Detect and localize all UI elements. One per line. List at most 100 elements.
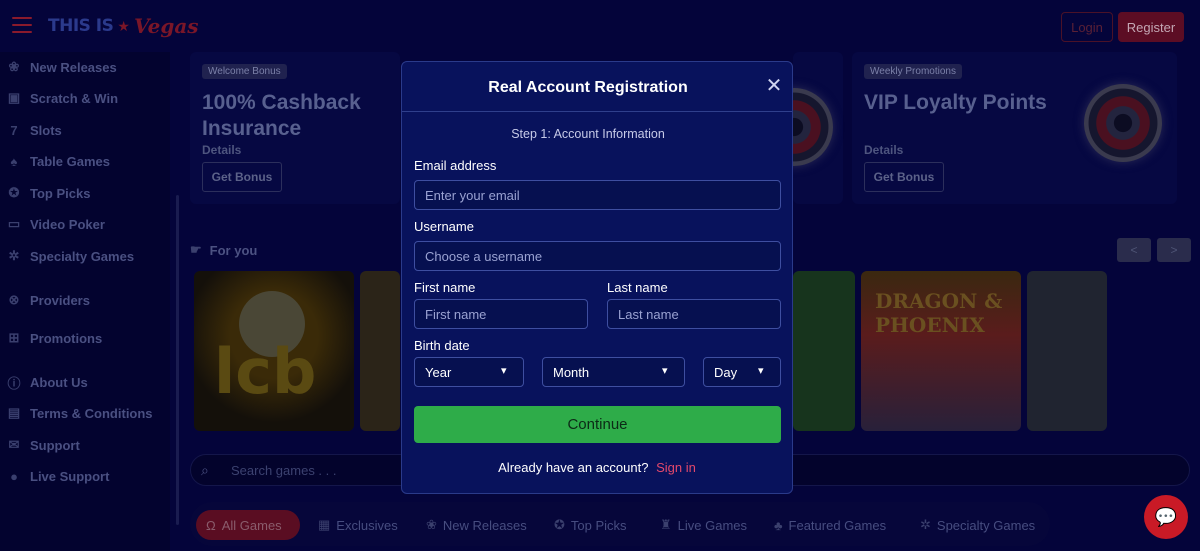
badge-icon: ▦ xyxy=(318,517,331,532)
sidebar-item-about-us[interactable]: ⓘ About Us xyxy=(6,374,88,391)
logo-star-icon: ★ xyxy=(117,17,130,34)
live-chat-button[interactable]: 💬 xyxy=(1144,495,1188,539)
registration-modal: Real Account Registration ✕ Step 1: Acco… xyxy=(401,61,793,494)
carousel-prev-button[interactable]: < xyxy=(1117,238,1151,262)
sidebar-item-specialty-games[interactable]: ✲ Specialty Games xyxy=(6,248,135,264)
tab-label: Top Picks xyxy=(570,517,627,533)
promo-title: VIP Loyalty Points xyxy=(864,91,1047,114)
day-select[interactable]: Day ▾ xyxy=(703,357,781,387)
sidebar-item-label: Providers xyxy=(30,292,90,308)
hand-pointer-icon: ☛ xyxy=(190,242,202,257)
sidebar-item-label: About Us xyxy=(30,374,88,390)
game-tile-dragon-phoenix[interactable]: DRAGON & PHOENIX xyxy=(861,271,1021,431)
tab-label: Exclusives xyxy=(336,517,398,533)
login-button[interactable]: Login xyxy=(1061,12,1113,42)
tab-label: Specialty Games xyxy=(936,517,1036,533)
sidebar-item-providers[interactable]: ⊗ Providers xyxy=(6,292,90,308)
sidebar-item-new-releases[interactable]: ❀ New Releases xyxy=(6,59,117,75)
site-logo[interactable]: THIS IS ★ Vegas xyxy=(48,12,199,40)
award-icon: ✪ xyxy=(8,185,20,200)
sidebar-item-label: Promotions xyxy=(30,330,103,346)
sidebar-item-video-poker[interactable]: ▭ Video Poker xyxy=(6,216,105,232)
register-button[interactable]: Register xyxy=(1118,12,1184,42)
game-tile-text: DRAGON & PHOENIX xyxy=(875,289,1003,337)
promo-card-middle xyxy=(755,52,843,204)
year-select[interactable]: Year ▾ xyxy=(414,357,524,387)
sidebar-item-terms[interactable]: ▤ Terms & Conditions xyxy=(6,405,153,421)
signin-row: Already have an account? Sign in xyxy=(402,460,792,475)
last-name-field[interactable] xyxy=(607,299,781,329)
carousel-next-button[interactable]: > xyxy=(1157,238,1191,262)
step-indicator: Step 1: Account Information xyxy=(511,127,665,141)
get-bonus-button[interactable]: Get Bonus xyxy=(864,162,944,192)
game-tile[interactable] xyxy=(360,271,400,431)
roulette-wheel-image xyxy=(1084,84,1162,162)
gift-icon: ⊞ xyxy=(8,330,20,345)
sidebar-item-scratch-win[interactable]: ▣ Scratch & Win xyxy=(6,90,118,106)
sidebar-item-top-picks[interactable]: ✪ Top Picks xyxy=(6,185,91,201)
month-select[interactable]: Month ▾ xyxy=(542,357,685,387)
sidebar-item-label: Live Support xyxy=(30,468,110,484)
modal-header: Real Account Registration ✕ xyxy=(402,62,792,112)
logo-text-part2: Vegas xyxy=(133,14,199,38)
email-label: Email address xyxy=(414,158,497,173)
promo-card-welcome: Welcome Bonus 100% Cashback Insurance De… xyxy=(190,52,400,204)
chevron-down-icon: ▾ xyxy=(662,365,668,377)
award-icon: ✪ xyxy=(554,517,565,532)
birth-date-label: Birth date xyxy=(414,338,470,353)
sidebar-item-promotions[interactable]: ⊞ Promotions xyxy=(6,330,103,346)
first-name-label: First name xyxy=(414,280,476,295)
day-select-value: Day xyxy=(714,365,738,380)
close-icon[interactable]: ✕ xyxy=(764,76,784,96)
game-tile-lcb[interactable]: lcb xyxy=(194,271,354,431)
tab-new-releases[interactable]: ❀ New Releases xyxy=(426,510,527,540)
promo-details-link[interactable]: Details xyxy=(202,143,241,157)
sidebar-item-label: New Releases xyxy=(30,59,117,75)
for-you-title: For you xyxy=(209,242,258,258)
year-select-value: Year xyxy=(425,365,452,380)
tab-specialty-games[interactable]: ✲ Specialty Games xyxy=(920,510,1035,540)
modal-title: Real Account Registration xyxy=(488,79,688,96)
tab-all-games[interactable]: Ω All Games xyxy=(196,510,300,540)
scratch-card-icon: ▣ xyxy=(7,90,21,105)
first-name-field[interactable] xyxy=(414,299,588,329)
get-bonus-button[interactable]: Get Bonus xyxy=(202,162,282,192)
monitor-icon: ▭ xyxy=(7,216,21,231)
tab-live-games[interactable]: ♜ Live Games xyxy=(660,510,747,540)
username-field[interactable] xyxy=(414,241,781,271)
sidebar: ❀ New Releases ▣ Scratch & Win 7 Slots ♠… xyxy=(0,52,170,551)
continue-button[interactable]: Continue xyxy=(414,406,781,443)
clover-icon: ♣ xyxy=(774,517,783,533)
promo-details-link[interactable]: Details xyxy=(864,143,903,157)
email-field[interactable] xyxy=(414,180,781,210)
chip-icon: ⊗ xyxy=(8,292,20,307)
hamburger-menu-icon[interactable] xyxy=(12,17,32,33)
already-have-account-text: Already have an account? xyxy=(498,460,649,475)
sidebar-item-support[interactable]: ✉ Support xyxy=(6,437,80,453)
tab-label: Featured Games xyxy=(788,517,887,533)
sidebar-item-slots[interactable]: 7 Slots xyxy=(6,122,61,138)
game-category-tabs: Ω All Games ▦ Exclusives ❀ New Releases … xyxy=(190,502,1050,546)
tab-top-picks[interactable]: ✪ Top Picks xyxy=(554,510,627,540)
month-select-value: Month xyxy=(553,365,590,380)
chat-icon: ● xyxy=(10,468,18,484)
cherries-icon: ❀ xyxy=(8,59,20,74)
tab-label: New Releases xyxy=(442,517,527,533)
sign-in-link[interactable]: Sign in xyxy=(656,460,696,475)
game-tile[interactable] xyxy=(793,271,855,431)
top-header: THIS IS ★ Vegas Login Register xyxy=(0,0,1200,52)
sidebar-item-label: Specialty Games xyxy=(30,248,135,264)
horseshoe-icon: Ω xyxy=(206,517,216,533)
search-placeholder: Search games . . . xyxy=(231,463,337,478)
sidebar-item-live-support[interactable]: ● Live Support xyxy=(6,468,109,484)
promo-card-vip: Weekly Promotions VIP Loyalty Points Det… xyxy=(852,52,1177,204)
game-tile[interactable] xyxy=(1027,271,1107,431)
sidebar-item-table-games[interactable]: ♠ Table Games xyxy=(6,153,110,169)
tab-label: Live Games xyxy=(677,517,748,533)
document-icon: ▤ xyxy=(7,405,21,420)
promo-title: 100% Cashback Insurance xyxy=(202,91,361,140)
tab-featured-games[interactable]: ♣ Featured Games xyxy=(774,510,886,540)
tab-exclusives[interactable]: ▦ Exclusives xyxy=(318,510,398,540)
sidebar-scrollbar[interactable] xyxy=(176,195,179,525)
envelope-icon: ✉ xyxy=(8,437,20,452)
